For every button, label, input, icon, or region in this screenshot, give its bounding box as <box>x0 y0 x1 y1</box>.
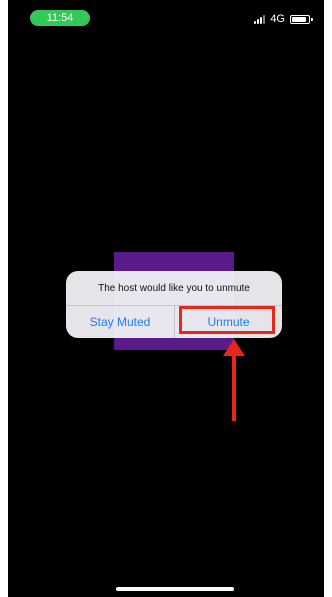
arrow-shaft <box>232 354 236 421</box>
status-bar-right: 4G <box>254 12 313 26</box>
network-type: 4G <box>270 13 285 25</box>
battery-icon <box>290 14 313 24</box>
status-time: 11:54 <box>30 10 90 26</box>
signal-icon <box>254 14 266 24</box>
stay-muted-button[interactable]: Stay Muted <box>66 306 174 338</box>
alert-message: The host would like you to unmute <box>98 283 250 294</box>
phone-screen: 11:54 4G The host would like you to unmu… <box>8 0 324 597</box>
unmute-highlight-box <box>179 306 275 334</box>
home-indicator[interactable] <box>116 587 234 591</box>
